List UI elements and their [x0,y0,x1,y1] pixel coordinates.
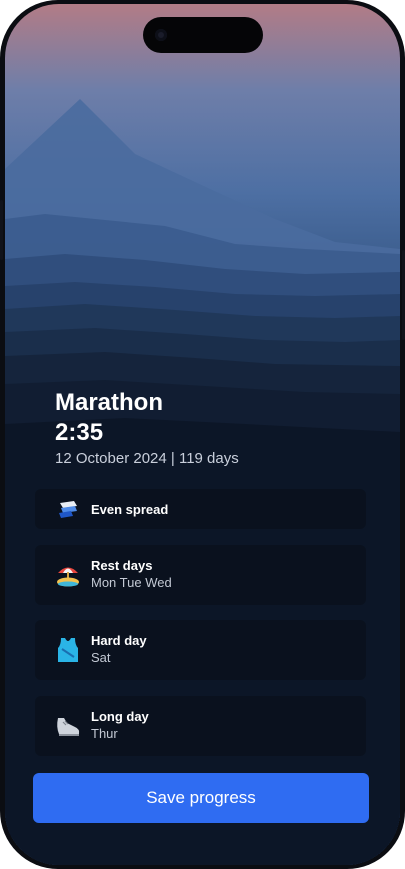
running-shoe-icon [55,713,81,739]
option-long-day[interactable]: Long day Thur [35,696,366,756]
option-value: Mon Tue Wed [91,575,172,590]
option-even-spread[interactable]: Even spread [35,489,366,529]
option-value: Sat [91,650,111,665]
race-name: Marathon [55,389,163,416]
option-hard-day[interactable]: Hard day Sat [35,620,366,680]
camera-icon [155,29,167,41]
beach-umbrella-icon [55,562,81,588]
phone-device: Marathon 2:35 12 October 2024 | 119 days… [0,0,405,869]
option-label: Rest days [91,558,153,573]
option-rest-days[interactable]: Rest days Mon Tue Wed [35,545,366,605]
save-progress-button[interactable]: Save progress [33,773,369,823]
option-label: Even spread [91,502,169,517]
option-label: Long day [91,709,149,724]
target-time: 2:35 [55,419,104,446]
dynamic-island [143,17,263,53]
option-label: Hard day [91,633,147,648]
volume-button [0,200,3,260]
race-header: Marathon 2:35 [55,388,163,448]
running-vest-icon [55,637,81,663]
race-date-info: 12 October 2024 | 119 days [55,450,239,467]
even-spread-icon [55,496,81,522]
option-value: Thur [91,726,118,741]
